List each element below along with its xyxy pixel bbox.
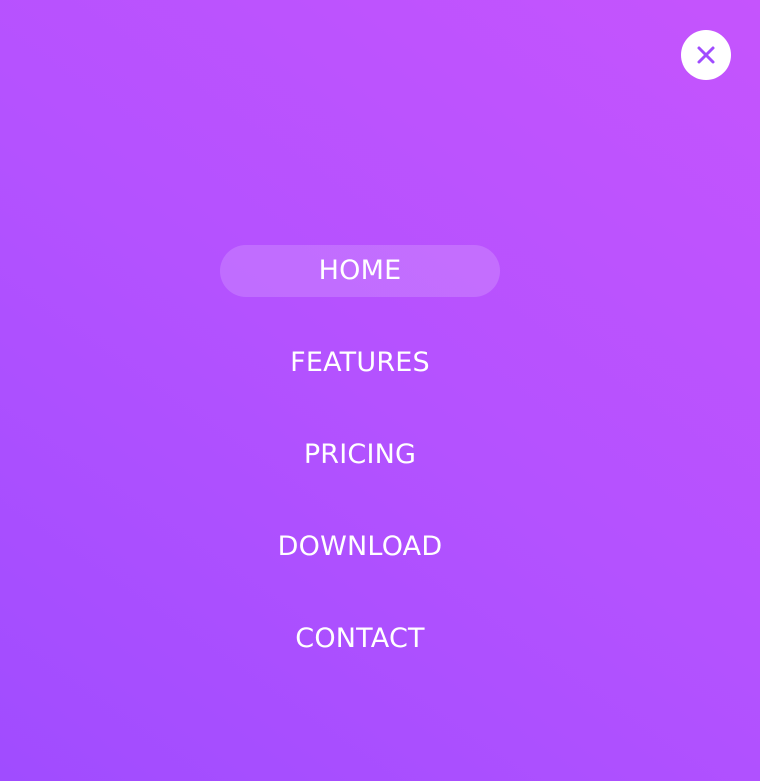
menu-item-download[interactable]: DOWNLOAD <box>220 521 500 573</box>
menu-item-features[interactable]: FEATURES <box>220 337 500 389</box>
menu-item-home[interactable]: HOME <box>220 245 500 297</box>
menu-item-pricing[interactable]: PRICING <box>220 429 500 481</box>
fullscreen-menu: HOME FEATURES PRICING DOWNLOAD CONTACT <box>220 245 500 665</box>
close-button[interactable] <box>681 30 731 80</box>
close-icon <box>697 46 715 64</box>
menu-item-contact[interactable]: CONTACT <box>220 613 500 665</box>
